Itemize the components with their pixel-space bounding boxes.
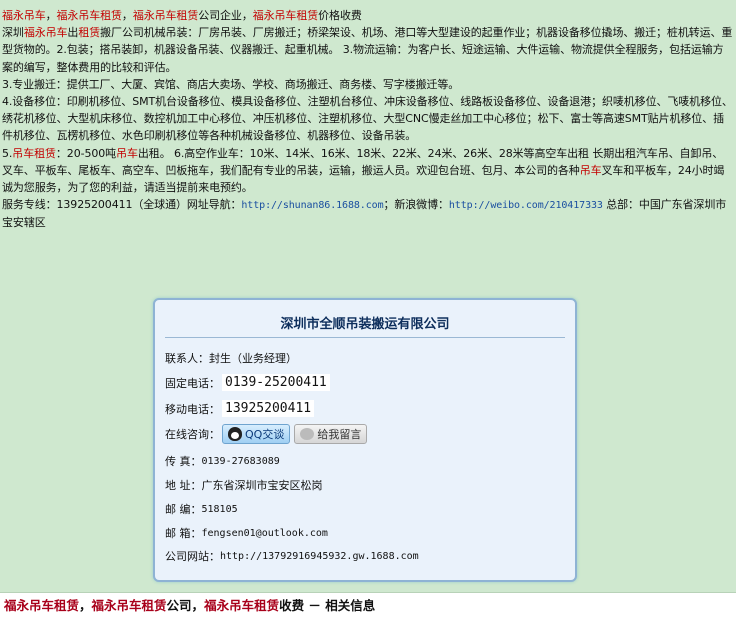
zip-value: 518105 <box>201 503 238 515</box>
zip-row: 邮 编： 518105 <box>165 501 238 517</box>
phone-value: 0139-25200411 <box>222 374 330 391</box>
online-row: 在线咨询： QQ交谈 给我留言 <box>165 424 368 444</box>
text: 出 <box>67 26 79 40</box>
website-row: 公司网站： http://13792916945932.gw.1688.com <box>165 548 419 564</box>
chat-bubble-icon <box>300 428 315 440</box>
label: 固定电话： <box>165 376 220 390</box>
qq-chat-button[interactable]: QQ交谈 <box>222 424 291 444</box>
intro-para-3: 3.专业搬迁：提供工厂、大厦、宾馆、商店大卖场、学校、商场搬迁、商务楼、写字楼搬… <box>2 77 460 91</box>
contact-value: 封生（业务经理） <box>209 352 297 365</box>
label: 地 址： <box>165 479 202 492</box>
keyword-link[interactable]: 福永吊车 <box>24 26 68 39</box>
text: 服务专线：13925200411（全球通）网址导航： <box>2 198 242 212</box>
keyword-link[interactable]: 吊车租赁 <box>12 147 56 160</box>
address-value: 广东省深圳市宝安区松岗 <box>201 479 323 492</box>
sep: ， <box>45 9 57 22</box>
keyword-link[interactable]: 福永吊车租赁 <box>57 9 123 22</box>
text: 公司企业， <box>198 9 253 22</box>
text: ， <box>79 598 92 613</box>
label: 邮 箱： <box>165 527 202 540</box>
fax-value: 0139-27683089 <box>201 455 280 467</box>
contact-card: 深圳市全顺吊装搬运有限公司 联系人： 封生（业务经理） 固定电话： 0139-252… <box>153 298 577 582</box>
keyword-link[interactable]: 福永吊车租赁 <box>253 9 319 22</box>
email-row: 邮 箱： fengsen01@outlook.com <box>165 525 328 541</box>
text: ；新浪微博： <box>383 198 449 212</box>
text: ：20-500吨 <box>55 146 117 160</box>
phone-row: 固定电话： 0139-25200411 <box>165 374 330 391</box>
intro-para-2: 深圳福永吊车出租赁搬厂公司机械吊装：厂房吊装、厂房搬迁；桥梁架设、机场、港口等大… <box>2 24 734 76</box>
keyword-link[interactable]: 吊车 <box>116 147 138 160</box>
sep: ， <box>121 9 133 22</box>
intro-para-4: 4.设备移位：印刷机移位、SMT机台设备移位、模具设备移位、注塑机台移位、冲床设… <box>2 95 733 143</box>
msg-button-label: 给我留言 <box>317 428 362 441</box>
keyword-link[interactable]: 吊车 <box>580 164 602 177</box>
email-value: fengsen01@outlook.com <box>201 527 328 539</box>
weibo-link[interactable]: http://weibo.com/210417333 <box>449 200 603 211</box>
company-name: 深圳市全顺吊装搬运有限公司 <box>280 317 450 332</box>
intro-text: 福永吊车，福永吊车租赁，福永吊车租赁公司企业，福永吊车租赁价格收费 深圳福永吊车… <box>2 7 734 232</box>
label: 联系人： <box>165 352 209 365</box>
label: 传 真： <box>165 455 202 468</box>
text: 搬厂公司机械吊装：厂房吊装、厂房搬迁；桥梁架设、机场、港口等大型建设的起重作业；… <box>2 26 733 74</box>
keyword-link[interactable]: 福永吊车租赁 <box>204 598 279 613</box>
divider <box>165 337 565 338</box>
contact-row: 联系人： 封生（业务经理） <box>165 350 297 366</box>
qq-penguin-icon <box>228 427 242 441</box>
label: 在线咨询： <box>165 428 220 441</box>
keyword-link[interactable]: 福永吊车租赁 <box>133 9 199 22</box>
text: 收费 － 相关信息 <box>279 598 376 613</box>
keyword-link[interactable]: 福永吊车租赁 <box>92 598 167 613</box>
text: 深圳 <box>2 26 24 40</box>
keyword-link[interactable]: 福永吊车租赁 <box>4 598 79 613</box>
shop-link[interactable]: http://shunan86.1688.com <box>241 200 383 211</box>
keyword-link[interactable]: 租赁 <box>78 26 100 39</box>
label: 移动电话： <box>165 402 220 416</box>
related-info-bar: 福永吊车租赁，福永吊车租赁公司，福永吊车租赁收费 － 相关信息 <box>0 592 736 619</box>
text: 5. <box>2 146 13 160</box>
keyword-link[interactable]: 福永吊车 <box>2 9 46 22</box>
website-link[interactable]: http://13792916945932.gw.1688.com <box>220 551 419 562</box>
label: 公司网站： <box>165 550 220 563</box>
label: 邮 编： <box>165 503 202 516</box>
fax-row: 传 真： 0139-27683089 <box>165 453 280 469</box>
mobile-row: 移动电话： 13925200411 <box>165 400 315 417</box>
leave-message-button[interactable]: 给我留言 <box>294 424 368 444</box>
mobile-value: 13925200411 <box>222 400 315 417</box>
text: 公司， <box>166 598 205 613</box>
intro-line-1: 福永吊车，福永吊车租赁，福永吊车租赁公司企业，福永吊车租赁价格收费 <box>2 7 734 24</box>
qq-button-label: QQ交谈 <box>245 428 285 441</box>
text: 价格收费 <box>318 9 362 22</box>
intro-para-6: 服务专线：13925200411（全球通）网址导航：http://shunan8… <box>2 196 734 231</box>
intro-para-5: 5.吊车租赁：20-500吨吊车出租。 6.高空作业车：10米、14米、16米、… <box>2 145 734 197</box>
address-row: 地 址： 广东省深圳市宝安区松岗 <box>165 477 323 493</box>
